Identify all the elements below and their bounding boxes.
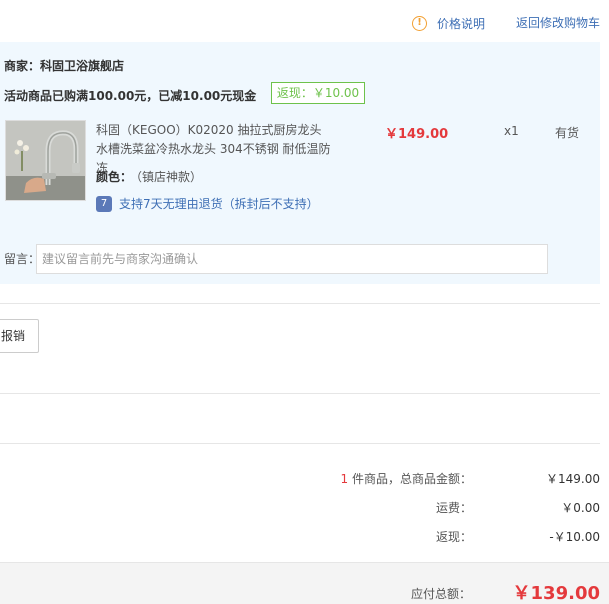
message-label: 留言： [4, 252, 41, 266]
shipping-label: 运费： [435, 501, 472, 515]
info-icon: ! [412, 16, 427, 31]
merchant-name[interactable]: 科固卫浴旗舰店 [40, 59, 124, 73]
section-divider [0, 303, 600, 304]
faucet-image [6, 121, 85, 200]
product-image[interactable] [5, 120, 86, 201]
color-value: （镇店神款） [136, 170, 203, 184]
message-input[interactable] [36, 244, 548, 274]
invoice-button[interactable]: 报销 [0, 319, 39, 353]
shipping-value: ￥0.00 [561, 501, 600, 515]
stock-status: 有货 [555, 126, 580, 140]
merchant-name-row: 商家：科固卫浴旗舰店 [4, 57, 124, 74]
rebate-row: 返现： -￥10.00 [330, 528, 600, 548]
payable-value: ￥139.00 [512, 583, 600, 604]
goods-total-label: 1 件商品，总商品金额： [341, 470, 472, 487]
goods-total-row: 1 件商品，总商品金额： ￥149.00 [330, 470, 600, 490]
price-help-link[interactable]: ! 价格说明 [412, 15, 485, 32]
product-quantity: x1 [504, 124, 519, 138]
color-label: 颜色： [96, 170, 133, 184]
payable-label: 应付总额： [410, 587, 471, 601]
section-divider [0, 443, 600, 444]
price-help-label: 价格说明 [437, 17, 486, 31]
rebate-label: 返现： [435, 530, 472, 544]
return-policy-label: 支持7天无理由退货（拆封后不支持） [119, 197, 319, 211]
return-policy[interactable]: 7 支持7天无理由退货（拆封后不支持） [96, 195, 319, 212]
rebate-value: -￥10.00 [549, 530, 600, 544]
goods-total-value: ￥149.00 [546, 472, 600, 486]
seven-day-return-icon: 7 [96, 195, 112, 212]
payable-total-bar: 应付总额： ￥139.00 [0, 562, 609, 604]
promotion-text: 活动商品已购满100.00元，已减10.00元现金 [4, 89, 257, 103]
shipping-row: 运费： ￥0.00 [330, 499, 600, 519]
rebate-tag: 返现：￥10.00 [271, 82, 365, 104]
item-count-label: 件商品，总商品金额： [348, 472, 472, 486]
product-color: 颜色： （镇店神款） [96, 168, 202, 185]
back-to-cart-link[interactable]: 返回修改购物车 [516, 14, 600, 31]
product-price: ￥149.00 [385, 127, 449, 142]
merchant-label: 商家： [4, 59, 41, 73]
section-divider [0, 393, 600, 394]
